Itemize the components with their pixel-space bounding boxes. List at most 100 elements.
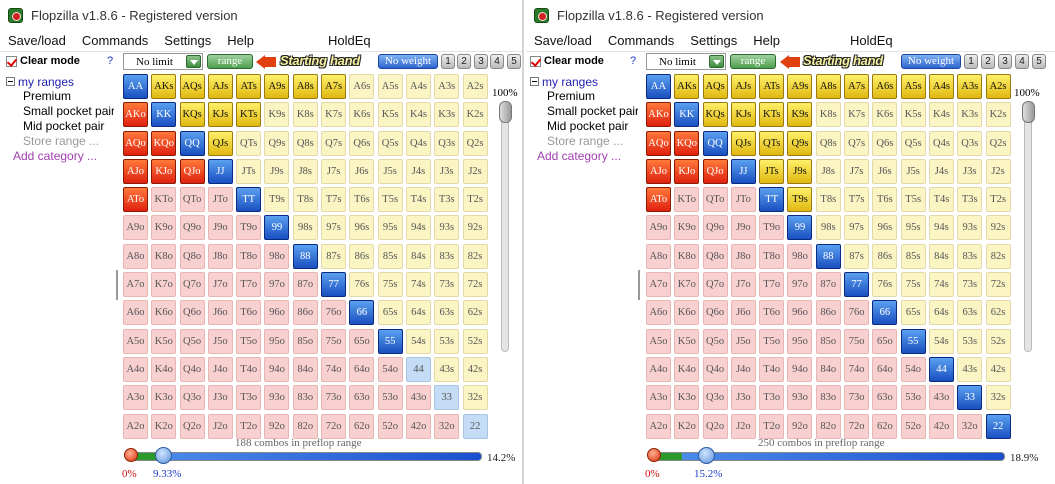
- hand-cell-t6o[interactable]: T6o: [236, 300, 262, 326]
- hand-cell-q6s[interactable]: Q6s: [872, 130, 898, 156]
- menu-save-load[interactable]: Save/load: [0, 33, 74, 48]
- hand-cell-j9s[interactable]: J9s: [264, 158, 290, 184]
- hand-cell-k2s[interactable]: K2s: [985, 102, 1011, 128]
- hand-cell-a4o[interactable]: A4o: [646, 356, 671, 382]
- hand-cell-86o[interactable]: 86o: [815, 300, 841, 326]
- hand-cell-98s[interactable]: 98s: [815, 215, 841, 241]
- hand-cell-k5s[interactable]: K5s: [377, 102, 403, 128]
- hand-cell-aqo[interactable]: AQo: [646, 130, 671, 156]
- hand-cell-q8s[interactable]: Q8s: [292, 130, 318, 156]
- hand-cell-j9o[interactable]: J9o: [730, 215, 756, 241]
- hand-cell-t4s[interactable]: T4s: [928, 187, 954, 213]
- hand-cell-86s[interactable]: 86s: [349, 243, 375, 269]
- hand-cell-99[interactable]: 99: [787, 215, 813, 241]
- hand-cell-qq[interactable]: QQ: [702, 130, 728, 156]
- hand-cell-kto[interactable]: KTo: [674, 187, 700, 213]
- menu-commands[interactable]: Commands: [600, 33, 682, 48]
- hand-cell-a8s[interactable]: A8s: [292, 74, 318, 99]
- hand-cell-j4o[interactable]: J4o: [730, 356, 756, 382]
- menu-holdeq[interactable]: HoldEq: [842, 33, 901, 48]
- hand-cell-q9s[interactable]: Q9s: [787, 130, 813, 156]
- hand-cell-84o[interactable]: 84o: [815, 356, 841, 382]
- hand-cell-j8o[interactable]: J8o: [207, 243, 233, 269]
- panel-splitter-handle[interactable]: [638, 270, 640, 300]
- hand-cell-98o[interactable]: 98o: [264, 243, 290, 269]
- no-weight-button[interactable]: No weight: [378, 54, 438, 69]
- hand-cell-ako[interactable]: AKo: [123, 102, 148, 128]
- hand-cell-73s[interactable]: 73s: [957, 272, 983, 298]
- hand-cell-95s[interactable]: 95s: [900, 215, 926, 241]
- hand-cell-a9s[interactable]: A9s: [264, 74, 290, 99]
- hand-cell-aqo[interactable]: AQo: [123, 130, 148, 156]
- hand-cell-j4s[interactable]: J4s: [405, 158, 431, 184]
- range-button[interactable]: range: [207, 54, 253, 69]
- hand-cell-q8o[interactable]: Q8o: [179, 243, 205, 269]
- hand-cell-62o[interactable]: 62o: [872, 413, 898, 439]
- high-slider-knob[interactable]: [155, 447, 172, 464]
- panel-splitter-handle[interactable]: [116, 270, 118, 300]
- hand-cell-jts[interactable]: JTs: [759, 158, 785, 184]
- hand-cell-qjs[interactable]: QJs: [730, 130, 756, 156]
- hand-cell-94o[interactable]: 94o: [264, 356, 290, 382]
- hand-cell-k5o[interactable]: K5o: [151, 328, 177, 354]
- weight-1-button[interactable]: 1: [441, 54, 455, 69]
- hand-cell-kjo[interactable]: KJo: [151, 158, 177, 184]
- hand-cell-k4o[interactable]: K4o: [674, 356, 700, 382]
- hand-cell-a4s[interactable]: A4s: [405, 74, 431, 99]
- hand-cell-qts[interactable]: QTs: [759, 130, 785, 156]
- hand-cell-k3o[interactable]: K3o: [674, 385, 700, 411]
- game-type-select[interactable]: No limit: [646, 53, 726, 70]
- hand-cell-a5o[interactable]: A5o: [123, 328, 148, 354]
- hand-cell-k2o[interactable]: K2o: [151, 413, 177, 439]
- hand-cell-t6o[interactable]: T6o: [759, 300, 785, 326]
- hand-cell-kqo[interactable]: KQo: [674, 130, 700, 156]
- hand-cell-77[interactable]: 77: [321, 272, 347, 298]
- hand-cell-kjs[interactable]: KJs: [207, 102, 233, 128]
- hand-cell-53o[interactable]: 53o: [900, 385, 926, 411]
- hand-cell-a7o[interactable]: A7o: [123, 272, 148, 298]
- hand-cell-87s[interactable]: 87s: [844, 243, 870, 269]
- hand-cell-a6o[interactable]: A6o: [646, 300, 671, 326]
- hand-cell-tt[interactable]: TT: [236, 187, 262, 213]
- hand-cell-63s[interactable]: 63s: [434, 300, 460, 326]
- hand-cell-qts[interactable]: QTs: [236, 130, 262, 156]
- hand-cell-ats[interactable]: ATs: [236, 74, 262, 99]
- hand-cell-k4s[interactable]: K4s: [928, 102, 954, 128]
- hand-cell-42s[interactable]: 42s: [985, 356, 1011, 382]
- hand-cell-82o[interactable]: 82o: [292, 413, 318, 439]
- hand-cell-52o[interactable]: 52o: [900, 413, 926, 439]
- hand-cell-kk[interactable]: KK: [151, 102, 177, 128]
- hand-cell-j2s[interactable]: J2s: [985, 158, 1011, 184]
- hand-cell-a6s[interactable]: A6s: [872, 74, 898, 99]
- hand-cell-q7o[interactable]: Q7o: [179, 272, 205, 298]
- hand-cell-85o[interactable]: 85o: [292, 328, 318, 354]
- hand-cell-ajo[interactable]: AJo: [646, 158, 671, 184]
- hand-cell-q9s[interactable]: Q9s: [264, 130, 290, 156]
- hand-cell-kts[interactable]: KTs: [759, 102, 785, 128]
- hand-cell-32s[interactable]: 32s: [462, 385, 488, 411]
- hand-cell-a7s[interactable]: A7s: [321, 74, 347, 99]
- help-question-icon[interactable]: ?: [107, 55, 113, 67]
- hand-cell-t3s[interactable]: T3s: [957, 187, 983, 213]
- hand-cell-32o[interactable]: 32o: [434, 413, 460, 439]
- hand-cell-k9o[interactable]: K9o: [674, 215, 700, 241]
- hand-cell-jto[interactable]: JTo: [207, 187, 233, 213]
- low-slider-knob[interactable]: [124, 448, 138, 462]
- hand-cell-55[interactable]: 55: [900, 328, 926, 354]
- vertical-range-slider[interactable]: [499, 101, 512, 352]
- hand-cell-76o[interactable]: 76o: [844, 300, 870, 326]
- hand-cell-t9o[interactable]: T9o: [759, 215, 785, 241]
- hand-cell-j3o[interactable]: J3o: [730, 385, 756, 411]
- weight-3-button[interactable]: 3: [998, 54, 1012, 69]
- hand-cell-ajs[interactable]: AJs: [730, 74, 756, 99]
- hand-cell-k3s[interactable]: K3s: [957, 102, 983, 128]
- hand-cell-t5o[interactable]: T5o: [236, 328, 262, 354]
- hand-cell-54o[interactable]: 54o: [377, 356, 403, 382]
- hand-cell-74o[interactable]: 74o: [844, 356, 870, 382]
- hand-cell-a9o[interactable]: A9o: [646, 215, 671, 241]
- menu-help[interactable]: Help: [745, 33, 788, 48]
- hand-cell-t2o[interactable]: T2o: [236, 413, 262, 439]
- menu-help[interactable]: Help: [219, 33, 262, 48]
- hand-cell-85s[interactable]: 85s: [377, 243, 403, 269]
- hand-cell-a4o[interactable]: A4o: [123, 356, 148, 382]
